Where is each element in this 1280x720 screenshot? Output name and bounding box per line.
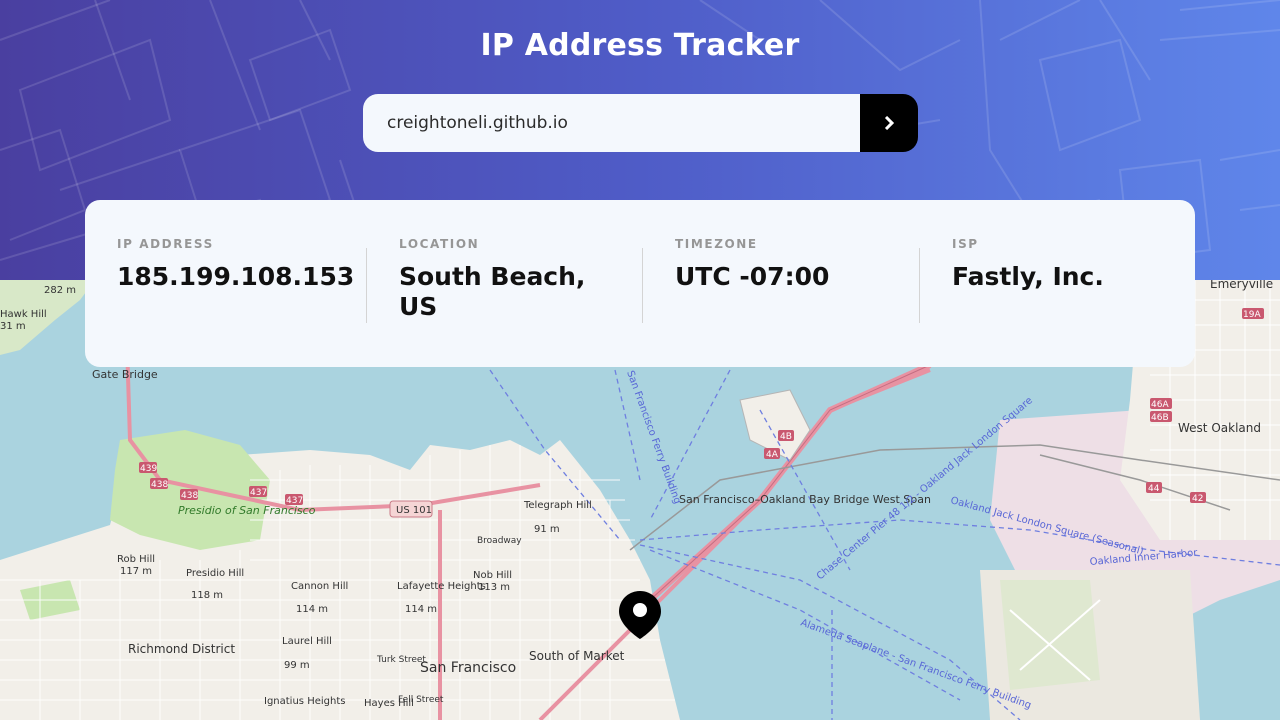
divider: [919, 248, 920, 323]
label-bay-bridge: San Francisco–Oakland Bay Bridge West Sp…: [679, 493, 931, 506]
ip-address-label: IP ADDRESS: [117, 237, 214, 251]
svg-text:US 101: US 101: [396, 505, 432, 516]
label-south-of-market: South of Market: [529, 649, 625, 663]
divider: [366, 248, 367, 323]
svg-text:42: 42: [1192, 494, 1203, 504]
svg-text:19A: 19A: [1243, 310, 1261, 320]
svg-text:437: 437: [286, 496, 303, 506]
svg-text:4B: 4B: [780, 432, 792, 442]
search-submit-button[interactable]: [860, 94, 918, 152]
label-presidio-hill-elev: 118 m: [191, 590, 223, 601]
page-title: IP Address Tracker: [480, 28, 800, 63]
label-richmond-district: Richmond District: [128, 642, 235, 656]
svg-text:438: 438: [151, 480, 168, 490]
ip-address-value: 185.199.108.153: [117, 262, 355, 291]
label-telegraph-hill: Telegraph Hill: [523, 500, 592, 511]
label-telegraph-elev: 91 m: [534, 524, 560, 535]
label-emeryville: Emeryville: [1210, 280, 1273, 291]
label-hayes-hill: Hayes Hill: [364, 698, 414, 709]
label-broadway: Broadway: [477, 536, 522, 546]
timezone-label: TIMEZONE: [675, 237, 758, 251]
label-rob-hill-elev: 117 m: [120, 566, 152, 577]
label-rob-hill: Rob Hill: [117, 554, 155, 565]
label-laurel-hill-elev: 99 m: [284, 660, 310, 671]
svg-text:46B: 46B: [1151, 413, 1169, 423]
location-value: South Beach, US: [399, 262, 586, 321]
label-hawk-hill: Hawk Hill: [0, 309, 47, 320]
svg-text:4A: 4A: [766, 450, 779, 460]
label-elevation: 282 m: [44, 285, 76, 296]
chevron-right-icon: [884, 116, 895, 130]
ip-info-card: IP ADDRESS 185.199.108.153 LOCATION Sout…: [85, 200, 1195, 367]
label-lafayette-heights: Lafayette Heights: [397, 581, 486, 592]
svg-text:438: 438: [181, 491, 198, 501]
label-cannon-hill-elev: 114 m: [296, 604, 328, 615]
label-golden-gate-bridge: Gate Bridge: [92, 368, 158, 381]
search-input[interactable]: [363, 94, 860, 152]
label-turk-street: Turk Street: [376, 655, 426, 665]
search-bar: [363, 94, 918, 152]
label-cannon-hill: Cannon Hill: [291, 581, 348, 592]
isp-label: ISP: [952, 237, 979, 251]
us101-shield: US 101: [389, 500, 433, 518]
svg-text:46A: 46A: [1151, 400, 1169, 410]
label-ignatius-heights: Ignatius Heights: [264, 696, 345, 707]
divider: [642, 248, 643, 323]
svg-text:44: 44: [1148, 484, 1160, 494]
label-nob-hill-elev: 113 m: [478, 582, 510, 593]
timezone-value: UTC -07:00: [675, 262, 830, 291]
label-nob-hill: Nob Hill: [473, 570, 512, 581]
label-west-oakland: West Oakland: [1178, 421, 1261, 435]
label-hawk-hill-elev: 31 m: [0, 321, 26, 332]
svg-text:437: 437: [250, 488, 267, 498]
label-lafayette-elev: 114 m: [405, 604, 437, 615]
isp-value: Fastly, Inc.: [952, 262, 1104, 291]
svg-text:439: 439: [140, 464, 157, 474]
label-laurel-hill: Laurel Hill: [282, 636, 332, 647]
land-alameda-point: [1000, 580, 1100, 690]
label-presidio-hill: Presidio Hill: [186, 568, 244, 579]
location-label: LOCATION: [399, 237, 480, 251]
label-san-francisco: San Francisco: [420, 660, 516, 676]
